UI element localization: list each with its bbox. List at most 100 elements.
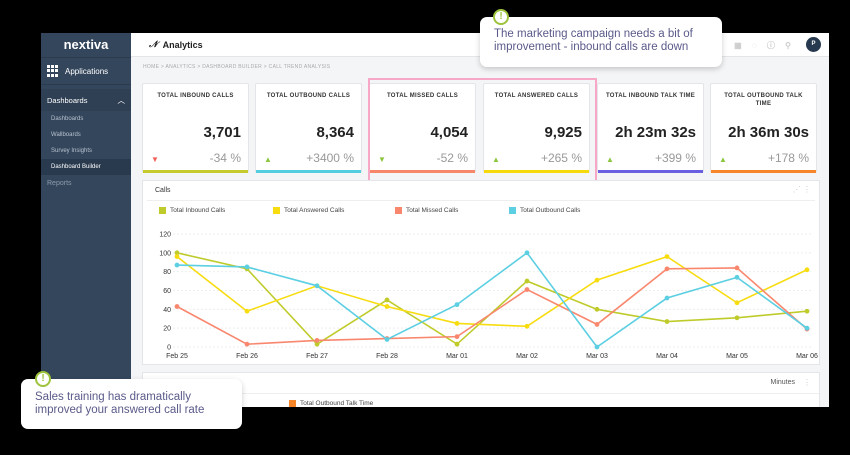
breadcrumb: HOME > ANALYTICS > DASHBOARD BUILDER > C… — [143, 64, 331, 70]
alert-icon: ! — [493, 9, 509, 25]
y-tick-label: 120 — [159, 232, 171, 239]
dashboards-section[interactable]: Dashboards ︿ — [41, 89, 131, 111]
x-tick-label: Mar 02 — [516, 353, 538, 360]
kpi-value: 2h 36m 30s — [728, 124, 809, 141]
data-point[interactable] — [594, 306, 600, 312]
kpi-card[interactable]: TOTAL INBOUND CALLS 3,701 ▼ -34 % — [142, 83, 249, 173]
trend-down-icon: ▼ — [151, 155, 159, 164]
data-point[interactable] — [454, 341, 460, 347]
calls-line-chart: 0 20 40 60 80 100 120 Feb 25 Feb 26 Feb 27 Feb 28 M… — [159, 232, 818, 361]
toolbar-icons[interactable]: ▦ ◌ ⓘ ⚲ — [734, 40, 795, 51]
data-point[interactable] — [804, 308, 810, 314]
data-point[interactable] — [734, 265, 740, 271]
kpi-change: -34 % — [209, 151, 241, 165]
data-point[interactable] — [244, 341, 250, 347]
talk-time-panel: Minutes ⋮ Total Outbound Talk Time — [142, 372, 820, 407]
avatar[interactable]: P — [806, 37, 821, 52]
kpi-title: TOTAL OUTBOUND TALK TIME — [724, 93, 803, 107]
x-tick-label: Mar 06 — [796, 353, 818, 360]
x-tick-label: Feb 26 — [236, 353, 258, 360]
y-tick-label: 20 — [163, 326, 171, 333]
data-point[interactable] — [734, 274, 740, 280]
kpi-color-bar — [598, 170, 703, 173]
chevron-up-icon: ︿ — [117, 95, 126, 105]
kpi-value: 3,701 — [203, 124, 241, 141]
data-point[interactable] — [734, 315, 740, 321]
tooltip-marketing: The marketing campaign needs a bit of im… — [480, 17, 722, 67]
section-label: Dashboards — [47, 95, 88, 105]
data-point[interactable] — [804, 267, 810, 273]
kpi-card[interactable]: TOTAL INBOUND TALK TIME 2h 23m 32s ▲ +39… — [597, 83, 704, 173]
x-tick-label: Feb 25 — [166, 353, 188, 360]
data-point[interactable] — [384, 337, 390, 342]
data-point[interactable] — [594, 277, 600, 283]
data-point[interactable] — [524, 323, 530, 329]
kpi-title: TOTAL INBOUND TALK TIME — [605, 93, 696, 99]
legend-swatch — [289, 400, 296, 407]
calls-chart-panel: Calls ⋰ ⋮ Total Inbound Calls Total Answe… — [142, 180, 820, 365]
data-point[interactable] — [664, 295, 670, 301]
y-tick-label: 60 — [163, 288, 171, 295]
data-point[interactable] — [734, 300, 740, 306]
highlight-box — [368, 78, 597, 184]
panel-menu-icon[interactable]: ⋮ — [803, 378, 811, 387]
sidebar-item-reports[interactable]: Reports — [41, 175, 131, 193]
data-point[interactable] — [244, 308, 250, 314]
sidebar-item-survey-insights[interactable]: Survey Insights — [41, 143, 131, 159]
unit-label: Minutes — [770, 379, 795, 386]
data-point[interactable] — [524, 250, 530, 256]
applications-label: Applications — [65, 66, 109, 76]
data-point[interactable] — [314, 338, 320, 343]
data-point[interactable] — [664, 266, 670, 272]
sidebar-item-wallboards[interactable]: Wallboards — [41, 127, 131, 143]
x-tick-label: Mar 01 — [446, 353, 468, 360]
data-point[interactable] — [524, 287, 530, 292]
data-point[interactable] — [174, 304, 180, 309]
trend-up-icon: ▲ — [264, 155, 272, 164]
data-point[interactable] — [594, 344, 600, 350]
data-point[interactable] — [664, 319, 670, 324]
tooltip-text: The marketing campaign needs a bit of im… — [494, 28, 693, 53]
y-tick-label: 40 — [163, 307, 171, 314]
series-line — [176, 252, 808, 346]
kpi-title: TOTAL OUTBOUND CALLS — [266, 93, 351, 99]
trend-up-icon: ▲ — [606, 155, 614, 164]
kpi-card[interactable]: TOTAL OUTBOUND TALK TIME 2h 36m 30s ▲ +1… — [710, 83, 817, 173]
kpi-card[interactable]: TOTAL OUTBOUND CALLS 8,364 ▲ +3400 % — [255, 83, 362, 173]
x-tick-label: Mar 05 — [726, 353, 748, 360]
applications-button[interactable]: Applications — [41, 57, 131, 85]
sidebar-item-dashboard-builder[interactable]: Dashboard Builder — [41, 159, 131, 175]
x-tick-label: Mar 04 — [656, 353, 678, 360]
data-point[interactable] — [804, 325, 810, 331]
data-point[interactable] — [664, 254, 670, 259]
data-point[interactable] — [594, 322, 600, 327]
page-title: Analytics — [162, 39, 203, 50]
x-tick-label: Feb 28 — [376, 353, 398, 360]
sidebar-item-dashboards[interactable]: Dashboards — [41, 111, 131, 127]
data-point[interactable] — [174, 254, 180, 259]
kpi-color-bar — [256, 170, 361, 173]
trend-up-icon: ▲ — [719, 155, 727, 164]
kpi-title: TOTAL INBOUND CALLS — [157, 93, 234, 99]
series-line — [176, 255, 808, 328]
kpi-change: +3400 % — [306, 151, 354, 165]
kpi-change: +399 % — [654, 151, 696, 165]
y-tick-label: 100 — [159, 250, 171, 257]
tooltip-text: Sales training has dramatically improved… — [35, 391, 205, 416]
data-point[interactable] — [454, 334, 460, 340]
kpi-value: 8,364 — [316, 124, 354, 141]
legend-label: Total Outbound Talk Time — [300, 400, 374, 407]
data-point[interactable] — [454, 302, 460, 308]
kpi-value: 2h 23m 32s — [615, 124, 696, 141]
data-point[interactable] — [174, 262, 180, 268]
data-point[interactable] — [384, 297, 390, 303]
sidebar: nextiva Applications Dashboards ︿ Dashboa… — [41, 33, 131, 407]
tooltip-sales: Sales training has dramatically improved… — [21, 379, 242, 429]
data-point[interactable] — [244, 264, 250, 270]
series-line — [176, 251, 808, 349]
data-point[interactable] — [524, 278, 530, 284]
legend-outbound-talk-time[interactable]: Total Outbound Talk Time — [289, 400, 373, 407]
data-point[interactable] — [384, 304, 390, 309]
data-point[interactable] — [314, 283, 320, 289]
data-point[interactable] — [454, 321, 460, 326]
